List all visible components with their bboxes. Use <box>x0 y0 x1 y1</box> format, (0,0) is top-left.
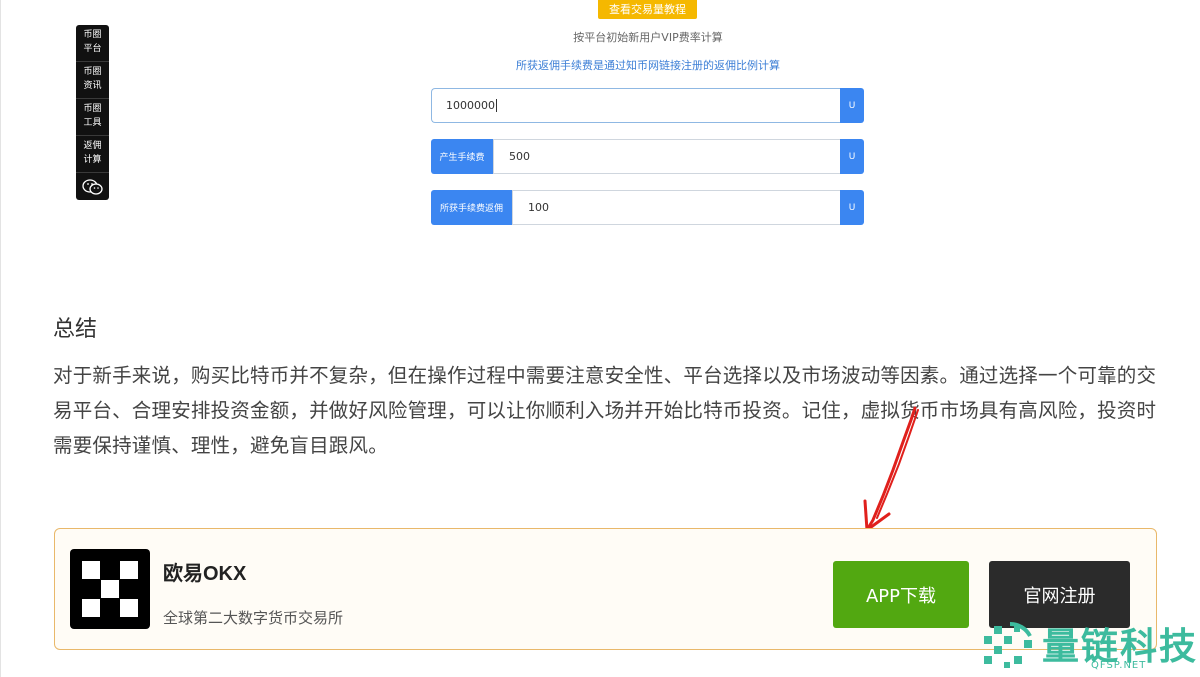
sidenav-item-label: 返佣 <box>83 141 102 151</box>
okx-logo-icon <box>70 549 150 629</box>
unit-label: U <box>840 139 864 174</box>
page-edge-divider <box>0 0 1 677</box>
volume-input-row: 1000000 U <box>431 88 864 123</box>
rebate-label: 所获手续费返佣 <box>431 190 512 225</box>
rebate-note: 所获返佣手续费是通过知币网链接注册的返佣比例计算 <box>516 59 780 72</box>
unit-label: U <box>840 190 864 225</box>
fee-value: 500 <box>509 150 530 163</box>
rebate-row: 所获手续费返佣 100 U <box>431 190 864 225</box>
exchange-name: 欧易OKX <box>163 563 247 585</box>
wechat-icon[interactable] <box>76 173 109 200</box>
sidenav-item-tools[interactable]: 币圈 工具 <box>76 99 109 136</box>
sidenav-item-label: 工具 <box>83 118 102 128</box>
summary-paragraph: 对于新手来说，购买比特币并不复杂，但在操作过程中需要注意安全性、平台选择以及市场… <box>53 364 1157 457</box>
trade-volume-value: 1000000 <box>446 99 495 112</box>
sidenav-item-label: 计算 <box>83 155 102 165</box>
exchange-description: 全球第二大数字货币交易所 <box>163 609 344 627</box>
watermark-subtext: QFSP.NET <box>1091 660 1147 671</box>
sidenav-item-label: 资讯 <box>83 81 102 91</box>
rebate-output[interactable]: 100 <box>512 190 840 225</box>
site-watermark: 量链科技 QFSP.NET <box>978 614 1200 677</box>
fee-label: 产生手续费 <box>431 139 493 174</box>
watermark-logo-icon <box>984 621 1032 668</box>
fee-output[interactable]: 500 <box>493 139 840 174</box>
app-download-button[interactable]: APP下载 <box>833 561 969 628</box>
fee-row: 产生手续费 500 U <box>431 139 864 174</box>
summary-heading: 总结 <box>53 317 98 342</box>
sidenav-item-rebate-calc[interactable]: 返佣 计算 <box>76 136 109 173</box>
rebate-value: 100 <box>528 201 549 214</box>
vip-rate-note: 按平台初始新用户VIP费率计算 <box>573 31 723 44</box>
unit-label: U <box>840 88 864 123</box>
sidenav-item-label: 币圈 <box>83 104 102 114</box>
red-arrow-annotation <box>863 406 919 532</box>
view-volume-tutorial-button[interactable]: 查看交易量教程 <box>598 0 697 19</box>
trade-volume-input[interactable]: 1000000 <box>431 88 840 123</box>
floating-side-nav: 币圈 平台 币圈 资讯 币圈 工具 返佣 计算 <box>76 25 109 200</box>
